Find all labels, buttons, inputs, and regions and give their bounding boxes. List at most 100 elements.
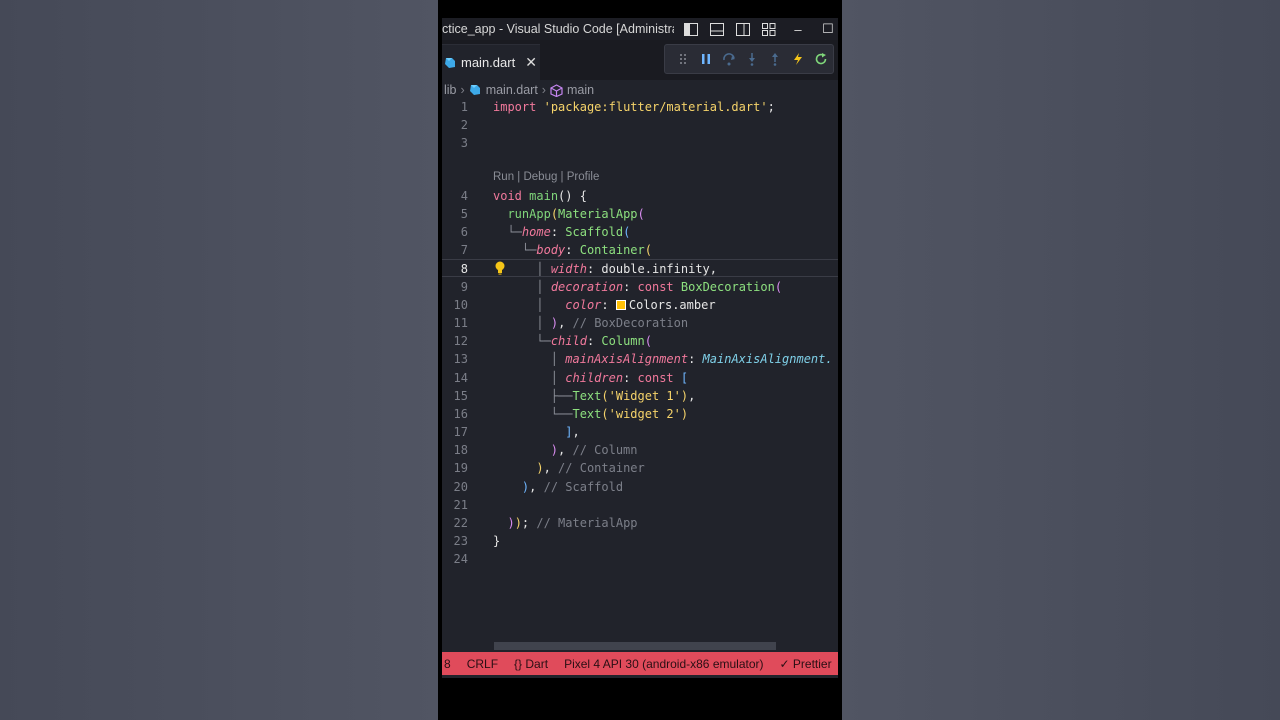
line-number: 23 [453,534,468,548]
drag-handle-icon[interactable] [671,49,694,69]
code-editor[interactable]: 1 import 'package:flutter/material.dart'… [442,98,838,638]
step-over-icon[interactable] [717,49,740,69]
minimize-button[interactable]: – [788,22,808,37]
code-token: Colors.amber [628,298,716,312]
line-number: 13 [453,352,468,366]
background-left [0,0,438,720]
line-number: 4 [460,189,468,203]
step-into-icon[interactable] [740,49,763,69]
code-token: width [550,262,587,276]
line-number: 7 [460,243,468,257]
code-token: main [529,189,559,203]
code-line: 2 [442,116,838,134]
code-line: 4 void main() { [442,187,838,205]
window-title: ctice_app - Visual Studio Code [Administ… [442,22,674,36]
breadcrumb-symbol[interactable]: main [567,83,594,97]
symbol-method-icon [550,83,563,97]
customize-layout-icon[interactable] [760,22,778,36]
codelens-run-debug-profile[interactable]: Run | Debug | Profile [493,171,599,183]
code-line: 23 } [442,532,838,550]
code-token: children [565,371,624,385]
step-out-icon[interactable] [764,49,787,69]
code-token: home [521,225,551,239]
line-number: 21 [453,498,468,512]
line-number: 11 [453,316,468,330]
code-line: 24 [442,550,838,568]
pause-icon[interactable] [694,49,717,69]
tab-main-dart[interactable]: main.dart ✕ [442,44,540,80]
line-number: 8 [460,262,468,276]
restart-icon[interactable] [810,49,833,69]
code-token: ; [767,100,775,114]
code-line: 9 │ decoration: const BoxDecoration( [442,278,838,296]
horizontal-scrollbar[interactable] [494,642,776,650]
code-token: BoxDecoration [680,280,775,294]
code-line: 20 ), // Scaffold [442,478,838,496]
breadcrumb-file[interactable]: main.dart [486,83,538,97]
line-number: 12 [453,334,468,348]
code-line: 6 └─home: Scaffold( [442,223,838,241]
line-number: 2 [460,118,468,132]
code-token: 'package:flutter/material.dart' [543,100,768,114]
code-line: 11 │ ), // BoxDecoration [442,314,838,332]
color-swatch[interactable] [615,300,626,310]
line-number: 17 [453,425,468,439]
line-number: 22 [453,516,468,530]
maximize-button[interactable]: ☐ [818,21,838,37]
breadcrumb: lib › main.dart › main [442,80,838,100]
code-line: 5 runApp(MaterialApp( [442,205,838,223]
code-token: import [493,100,537,114]
code-line: 1 import 'package:flutter/material.dart'… [442,98,838,116]
code-line: 12 └─child: Column( [442,332,838,350]
breadcrumb-folder[interactable]: lib [444,83,457,97]
line-number: 1 [460,100,468,114]
code-token: MainAxisAlignment. [702,352,833,366]
code-token: // BoxDecoration [572,316,689,330]
status-eol[interactable]: CRLF [467,657,498,671]
code-line: 3 [442,134,838,152]
code-line: 10 │ color: Colors.amber [442,296,838,314]
title-bar: ctice_app - Visual Studio Code [Administ… [442,18,838,40]
close-icon[interactable]: ✕ [525,54,537,71]
code-token: Container [579,243,645,257]
hot-reload-icon[interactable] [787,49,810,69]
code-token: child [550,334,587,348]
status-bar: 8 CRLF {} Dart Pixel 4 API 30 (android-x… [442,652,838,675]
status-device[interactable]: Pixel 4 API 30 (android-x86 emulator) [564,657,763,671]
code-token: Text [572,389,602,403]
code-line: 18 ), // Column [442,441,838,459]
code-token: // Column [572,443,638,457]
line-number: 15 [453,389,468,403]
code-token: double.infinity [601,262,710,276]
line-number: 19 [453,461,468,475]
code-line: 21 [442,496,838,514]
line-number: 16 [453,407,468,421]
status-language[interactable]: {} Dart [514,657,548,671]
code-line: 14 │ children: const [ [442,369,838,387]
dart-file-icon [445,57,455,68]
code-token: Column [601,334,645,348]
code-token: const [637,280,674,294]
code-line: 17 ], [442,423,838,441]
code-token: 'Widget 1' [608,389,681,403]
vscode-window: ctice_app - Visual Studio Code [Administ… [442,18,838,678]
tab-label: main.dart [461,55,516,70]
code-token: // Container [558,461,645,475]
toggle-primary-sidebar-icon[interactable] [682,22,700,36]
code-token: decoration [550,280,624,294]
toggle-secondary-sidebar-icon[interactable] [734,22,752,36]
code-token: void [493,189,522,203]
code-line: 13 │ mainAxisAlignment: MainAxisAlignmen… [442,350,838,368]
line-number: 14 [453,371,468,385]
chevron-right-icon: › [541,83,546,97]
code-token: const [637,371,674,385]
debug-toolbar [664,44,834,74]
status-prettier[interactable]: ✓ Prettier [780,657,832,671]
code-line: 7 └─body: Container( [442,241,838,259]
code-token: runApp [507,207,551,221]
status-line-count[interactable]: 8 [444,657,451,671]
chevron-right-icon: › [460,83,465,97]
toggle-panel-icon[interactable] [708,22,726,36]
line-number: 5 [460,207,468,221]
code-line: 19 ), // Container [442,459,838,477]
